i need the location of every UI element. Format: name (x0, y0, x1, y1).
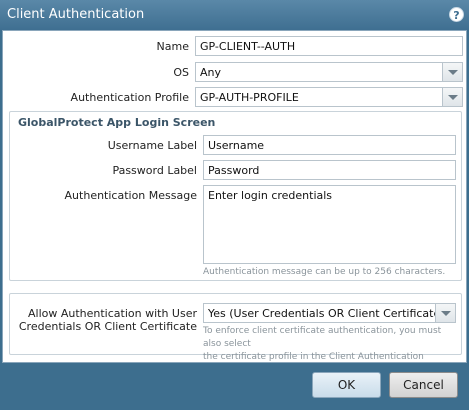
password-label-input[interactable]: Password (203, 160, 456, 180)
help-icon[interactable]: ? (449, 7, 464, 22)
dialog-title: Client Authentication (7, 7, 145, 22)
os-select[interactable]: Any (195, 62, 463, 82)
allow-auth-label-line2: Credentials OR Client Certificate (18, 320, 197, 333)
auth-message-label: Authentication Message (64, 189, 197, 202)
dialog-title-bar: Client Authentication ? (0, 0, 469, 30)
allow-auth-section: Allow Authentication with User Credentia… (9, 293, 462, 375)
os-dropdown-button[interactable] (442, 63, 462, 81)
allow-auth-dropdown-button[interactable] (435, 304, 455, 322)
username-label-input[interactable]: Username (203, 135, 456, 155)
allow-auth-select-value: Yes (User Credentials OR Client Certific… (208, 307, 456, 320)
allow-auth-select[interactable]: Yes (User Credentials OR Client Certific… (203, 303, 456, 323)
auth-profile-dropdown-button[interactable] (442, 88, 462, 106)
allow-auth-hint-line1: To enforce client certificate authentica… (203, 326, 442, 349)
auth-message-hint: Authentication message can be up to 256 … (203, 267, 446, 277)
login-screen-section: GlobalProtect App Login Screen Username … (9, 111, 462, 281)
chevron-down-icon (441, 311, 451, 316)
ok-button[interactable]: OK (312, 372, 381, 398)
allow-auth-label-line1: Allow Authentication with User (27, 307, 197, 320)
auth-message-textarea[interactable]: Enter login credentials (203, 185, 456, 264)
auth-profile-select[interactable]: GP-AUTH-PROFILE (195, 87, 463, 107)
os-label: OS (173, 66, 189, 79)
section-title: GlobalProtect App Login Screen (18, 116, 216, 129)
auth-profile-label: Authentication Profile (70, 91, 189, 104)
chevron-down-icon (448, 70, 458, 75)
cancel-button[interactable]: Cancel (389, 372, 458, 398)
allow-auth-label: Allow Authentication with User Credentia… (12, 307, 197, 333)
dialog-body: Name GP-CLIENT--AUTH OS Any Authenticati… (2, 30, 467, 375)
username-label-label: Username Label (107, 139, 197, 152)
name-label: Name (156, 40, 189, 53)
dialog-footer: OK Cancel (0, 363, 469, 410)
password-label-label: Password Label (112, 164, 197, 177)
chevron-down-icon (448, 95, 458, 100)
name-input[interactable]: GP-CLIENT--AUTH (195, 36, 463, 56)
auth-profile-select-value: GP-AUTH-PROFILE (200, 91, 299, 104)
os-select-value: Any (200, 66, 222, 79)
